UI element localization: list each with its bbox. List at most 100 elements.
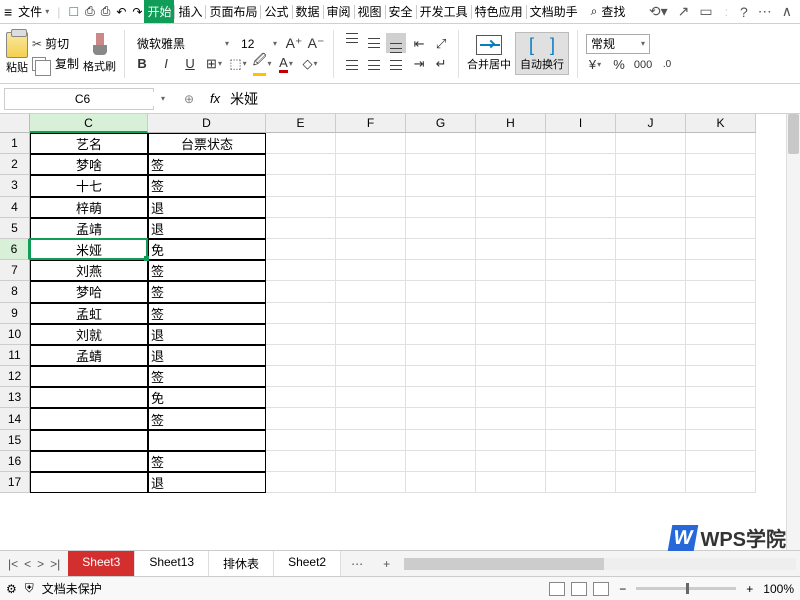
cell[interactable] <box>406 239 476 260</box>
vertical-scrollbar[interactable] <box>786 114 800 550</box>
row-header-7[interactable]: 7 <box>0 260 30 281</box>
cell[interactable]: 签 <box>148 281 266 302</box>
cell[interactable] <box>30 408 148 429</box>
cell[interactable] <box>30 387 148 408</box>
cell[interactable] <box>336 408 406 429</box>
cell[interactable] <box>336 239 406 260</box>
cell[interactable] <box>336 154 406 175</box>
cell[interactable]: 刘就 <box>30 324 148 345</box>
col-header-K[interactable]: K <box>686 114 756 133</box>
sheet-tab-Sheet2[interactable]: Sheet2 <box>274 551 341 576</box>
cell[interactable] <box>616 408 686 429</box>
cell[interactable] <box>546 303 616 324</box>
cell[interactable] <box>266 345 336 366</box>
cell[interactable] <box>266 133 336 154</box>
collapse-icon[interactable]: ∧ <box>782 3 792 20</box>
cell[interactable]: 签 <box>148 451 266 472</box>
tab-插入[interactable]: 插入 <box>175 0 205 23</box>
cell[interactable]: 签 <box>148 408 266 429</box>
cell[interactable]: 免 <box>148 387 266 408</box>
cell[interactable]: 孟蜻 <box>30 345 148 366</box>
percent-button[interactable]: % <box>610 56 628 74</box>
cell[interactable] <box>336 281 406 302</box>
add-sheet-button[interactable]: ⋯ <box>341 553 373 575</box>
col-header-D[interactable]: D <box>148 114 266 133</box>
cell[interactable] <box>616 430 686 451</box>
cell[interactable] <box>476 345 546 366</box>
col-header-F[interactable]: F <box>336 114 406 133</box>
col-header-I[interactable]: I <box>546 114 616 133</box>
share-icon[interactable]: ↗ <box>678 3 690 20</box>
cell[interactable] <box>686 345 756 366</box>
cell[interactable] <box>266 472 336 493</box>
tab-审阅[interactable]: 审阅 <box>324 0 354 23</box>
cell[interactable] <box>406 387 476 408</box>
cell[interactable] <box>686 303 756 324</box>
cell[interactable] <box>266 408 336 429</box>
cell[interactable] <box>266 281 336 302</box>
cell[interactable] <box>476 324 546 345</box>
file-menu[interactable]: 文件 ▾ <box>18 3 49 20</box>
zoom-slider[interactable] <box>636 587 736 590</box>
cell[interactable] <box>336 472 406 493</box>
cell[interactable] <box>546 154 616 175</box>
cell[interactable] <box>546 408 616 429</box>
row-header-13[interactable]: 13 <box>0 387 30 408</box>
cell[interactable] <box>406 408 476 429</box>
cell[interactable] <box>686 218 756 239</box>
bold-button[interactable]: B <box>133 55 151 73</box>
cell[interactable] <box>266 239 336 260</box>
col-header-H[interactable]: H <box>476 114 546 133</box>
cell[interactable] <box>336 430 406 451</box>
cell[interactable] <box>686 472 756 493</box>
cell[interactable]: 退 <box>148 345 266 366</box>
wrap-direction-button[interactable]: ↵ <box>432 55 450 73</box>
cell[interactable] <box>336 451 406 472</box>
tab-开始[interactable]: 开始 <box>144 0 174 23</box>
cell[interactable] <box>546 133 616 154</box>
cell[interactable] <box>546 175 616 196</box>
cell[interactable] <box>266 218 336 239</box>
increase-indent-button[interactable]: ⇥ <box>410 55 428 73</box>
settings-icon[interactable]: ⚙ <box>6 582 17 596</box>
font-color-button[interactable]: A▾ <box>277 55 295 73</box>
cell[interactable]: 签 <box>148 154 266 175</box>
undo-icon[interactable]: ↶ <box>116 5 126 19</box>
sheet-tab-Sheet3[interactable]: Sheet3 <box>68 551 135 576</box>
cell[interactable]: 十七 <box>30 175 148 196</box>
cell[interactable] <box>406 175 476 196</box>
cell[interactable] <box>546 472 616 493</box>
font-size-select[interactable]: 12▾ <box>237 37 281 51</box>
zoom-out-button[interactable]: − <box>619 582 626 596</box>
cell[interactable] <box>266 175 336 196</box>
cell[interactable] <box>546 345 616 366</box>
cell[interactable] <box>616 133 686 154</box>
tab-数据[interactable]: 数据 <box>293 0 323 23</box>
cell[interactable] <box>336 387 406 408</box>
cell[interactable] <box>686 408 756 429</box>
increase-font-button[interactable]: A⁺ <box>285 35 303 53</box>
horizontal-scrollbar[interactable] <box>404 558 796 570</box>
scrollbar-thumb[interactable] <box>404 558 604 570</box>
orientation-button[interactable]: ⤢ <box>432 35 450 53</box>
cell[interactable]: 退 <box>148 324 266 345</box>
cell[interactable] <box>616 366 686 387</box>
cell[interactable] <box>406 324 476 345</box>
cell[interactable] <box>546 260 616 281</box>
sync-icon[interactable]: ⟲▾ <box>649 3 668 20</box>
row-header-6[interactable]: 6 <box>0 239 30 260</box>
cell[interactable] <box>266 303 336 324</box>
decimal-button[interactable]: .0 <box>658 56 676 74</box>
cell[interactable]: 孟靖 <box>30 218 148 239</box>
tab-开发工具[interactable]: 开发工具 <box>417 0 471 23</box>
cell[interactable]: 签 <box>148 366 266 387</box>
cell[interactable] <box>266 451 336 472</box>
row-header-15[interactable]: 15 <box>0 430 30 451</box>
cell[interactable] <box>336 218 406 239</box>
cell[interactable]: 签 <box>148 260 266 281</box>
font-name-select[interactable]: 微软雅黑▾ <box>133 35 233 52</box>
row-header-14[interactable]: 14 <box>0 408 30 429</box>
redo-icon[interactable]: ↷ <box>132 5 142 19</box>
cell[interactable] <box>406 154 476 175</box>
row-header-4[interactable]: 4 <box>0 197 30 218</box>
